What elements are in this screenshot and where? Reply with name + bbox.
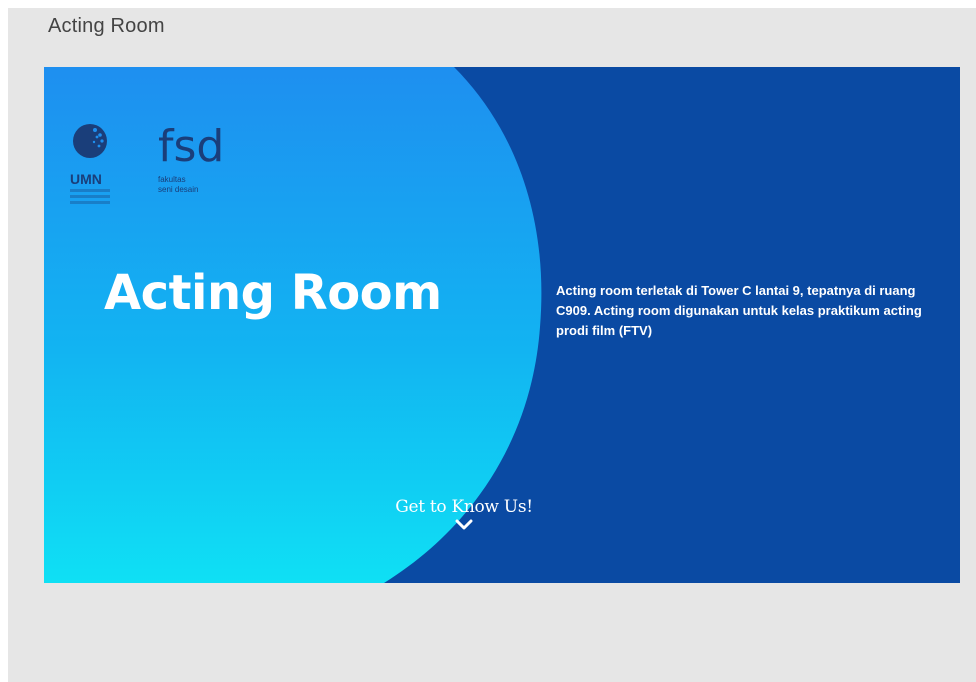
logo-group: UMN fsd fakultas seni desain: [68, 121, 268, 221]
slide-description: Acting room terletak di Tower C lantai 9…: [556, 283, 922, 338]
slide-headline: Acting Room: [104, 265, 442, 321]
fsd-caption-line2: seni desain: [158, 185, 199, 194]
chevron-down-icon[interactable]: [454, 519, 474, 531]
fsd-caption: fakultas seni desain: [158, 175, 198, 195]
umn-logo: UMN: [70, 121, 116, 211]
get-to-know-us-button[interactable]: Get to Know Us!: [374, 497, 554, 531]
umn-wordmark: UMN: [70, 171, 102, 187]
window-title: Acting Room: [48, 15, 165, 37]
umn-subtext: [70, 189, 110, 207]
fsd-caption-line1: fakultas: [158, 175, 186, 184]
fsd-wordmark: fsd: [158, 121, 224, 171]
fsd-wordmark-graphic: fsd: [158, 121, 224, 171]
hero-slide: UMN fsd fakultas seni desain Acting Room…: [44, 67, 960, 583]
app-frame: Acting Room UMN fsd fakultas seni desain…: [8, 8, 976, 682]
umn-globe-icon: [73, 124, 107, 158]
cta-label: Get to Know Us!: [395, 497, 533, 517]
fsd-logo: fsd fakultas seni desain: [158, 121, 258, 201]
